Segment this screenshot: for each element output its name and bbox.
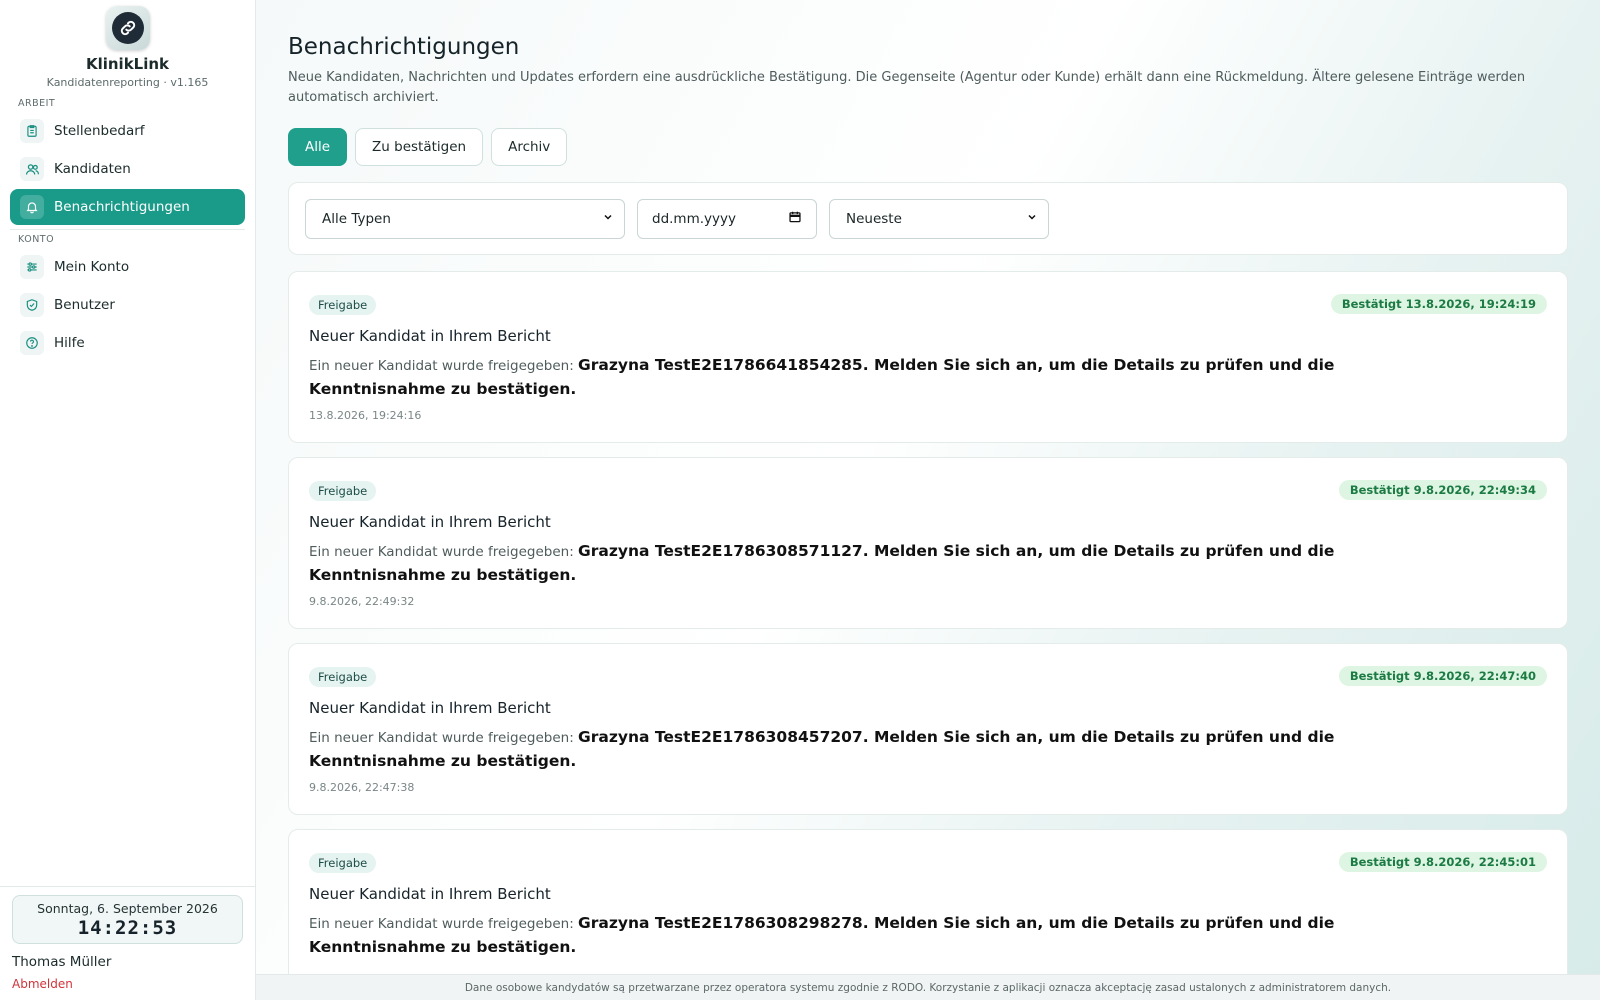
sidebar-item-label: Hilfe <box>54 335 85 351</box>
sort-select-value: Neueste <box>846 210 902 227</box>
date-input-placeholder: dd.mm.yyyy <box>652 210 736 227</box>
chevron-down-icon <box>602 211 614 227</box>
clock-date: Sonntag, 6. September 2026 <box>37 901 218 916</box>
sliders-icon <box>20 255 44 279</box>
calendar-icon[interactable] <box>788 210 802 228</box>
sidebar-footer: Sonntag, 6. September 2026 14:22:53 Thom… <box>0 886 255 1000</box>
sidebar-item-label: Kandidaten <box>54 161 131 177</box>
privacy-footer: Dane osobowe kandydatów są przetwarzane … <box>256 974 1600 1000</box>
brand: KlinikLink Kandidatenreporting · v1.165 <box>0 0 255 89</box>
sidebar-item-kandidaten[interactable]: Kandidaten <box>10 151 245 187</box>
clipboard-icon <box>20 119 44 143</box>
status-badge: Bestätigt 13.8.2026, 19:24:19 <box>1330 294 1547 314</box>
nav-work: Stellenbedarf Kandidaten Benachrichtigun… <box>0 113 255 225</box>
tab-alle[interactable]: Alle <box>288 128 348 166</box>
sidebar-divider <box>10 229 245 230</box>
notification-body: Ein neuer Kandidat wurde freigegeben: Gr… <box>309 914 1335 956</box>
notification-body: Ein neuer Kandidat wurde freigegeben: Gr… <box>309 728 1335 770</box>
filter-bar: Alle Typen dd.mm.yyyy Neueste <box>288 182 1568 255</box>
type-badge: Freigabe <box>309 481 377 501</box>
notification-card[interactable]: Freigabe Bestätigt 13.8.2026, 19:24:19 N… <box>288 271 1568 443</box>
notification-card[interactable]: Freigabe Bestätigt 9.8.2026, 22:47:40 Ne… <box>288 643 1568 815</box>
app-name: KlinikLink <box>85 55 170 73</box>
notification-title: Neuer Kandidat in Ihrem Bericht <box>309 885 551 903</box>
sidebar-item-label: Benutzer <box>54 297 115 313</box>
shield-check-icon <box>20 293 44 317</box>
notification-title: Neuer Kandidat in Ihrem Bericht <box>309 513 551 531</box>
type-select-value: Alle Typen <box>322 210 391 227</box>
status-badge: Bestätigt 9.8.2026, 22:49:34 <box>1338 480 1547 500</box>
type-badge: Freigabe <box>309 667 377 687</box>
clock: Sonntag, 6. September 2026 14:22:53 <box>12 895 243 944</box>
section-label-account: KONTO <box>18 234 55 245</box>
clock-time: 14:22:53 <box>77 917 178 939</box>
notification-title: Neuer Kandidat in Ihrem Bericht <box>309 699 551 717</box>
chevron-down-icon <box>1026 211 1038 227</box>
notification-body: Ein neuer Kandidat wurde freigegeben: Gr… <box>309 542 1335 584</box>
sidebar-item-mein-konto[interactable]: Mein Konto <box>10 249 245 285</box>
sort-select[interactable]: Neueste <box>829 198 1049 239</box>
notification-time: 9.8.2026, 22:47:38 <box>309 781 415 794</box>
status-badge: Bestätigt 9.8.2026, 22:45:01 <box>1338 852 1547 872</box>
users-icon <box>20 157 44 181</box>
link-icon[interactable] <box>105 6 150 50</box>
notification-time: 13.8.2026, 19:24:16 <box>309 409 422 422</box>
date-input[interactable]: dd.mm.yyyy <box>637 198 817 239</box>
user-name: Thomas Müller <box>12 954 112 970</box>
notification-card[interactable]: Freigabe Bestätigt 9.8.2026, 22:49:34 Ne… <box>288 457 1568 629</box>
tab-archiv[interactable]: Archiv <box>491 128 568 166</box>
notification-title: Neuer Kandidat in Ihrem Bericht <box>309 327 551 345</box>
sidebar: KlinikLink Kandidatenreporting · v1.165 … <box>0 0 256 1000</box>
sidebar-item-benachrichtigungen[interactable]: Benachrichtigungen <box>10 189 245 225</box>
sidebar-item-stellenbedarf[interactable]: Stellenbedarf <box>10 113 245 149</box>
app-subtitle: Kandidatenreporting · v1.165 <box>46 76 209 89</box>
tab-bar: Alle Zu bestätigen Archiv <box>288 128 1568 166</box>
sidebar-item-label: Mein Konto <box>54 259 130 275</box>
tab-zu-bestaetigen[interactable]: Zu bestätigen <box>355 128 484 166</box>
sidebar-item-label: Stellenbedarf <box>54 123 145 139</box>
page-description: Neue Kandidaten, Nachrichten und Updates… <box>288 70 1526 105</box>
help-circle-icon <box>20 331 44 355</box>
logout-link[interactable]: Abmelden <box>12 977 73 991</box>
bell-icon <box>20 195 44 219</box>
sidebar-item-hilfe[interactable]: Hilfe <box>10 325 245 361</box>
notification-time: 9.8.2026, 22:49:32 <box>309 595 415 608</box>
type-badge: Freigabe <box>309 853 377 873</box>
status-badge: Bestätigt 9.8.2026, 22:47:40 <box>1338 666 1547 686</box>
nav-account: Mein Konto Benutzer Hilfe <box>0 249 255 361</box>
page-title: Benachrichtigungen <box>288 34 520 60</box>
sidebar-item-label: Benachrichtigungen <box>54 199 190 215</box>
main-content: Benachrichtigungen Neue Kandidaten, Nach… <box>256 0 1600 1000</box>
type-badge: Freigabe <box>309 295 377 315</box>
sidebar-item-benutzer[interactable]: Benutzer <box>10 287 245 323</box>
type-select[interactable]: Alle Typen <box>305 198 625 239</box>
section-label-work: ARBEIT <box>18 98 56 109</box>
notification-body: Ein neuer Kandidat wurde freigegeben: Gr… <box>309 356 1335 398</box>
